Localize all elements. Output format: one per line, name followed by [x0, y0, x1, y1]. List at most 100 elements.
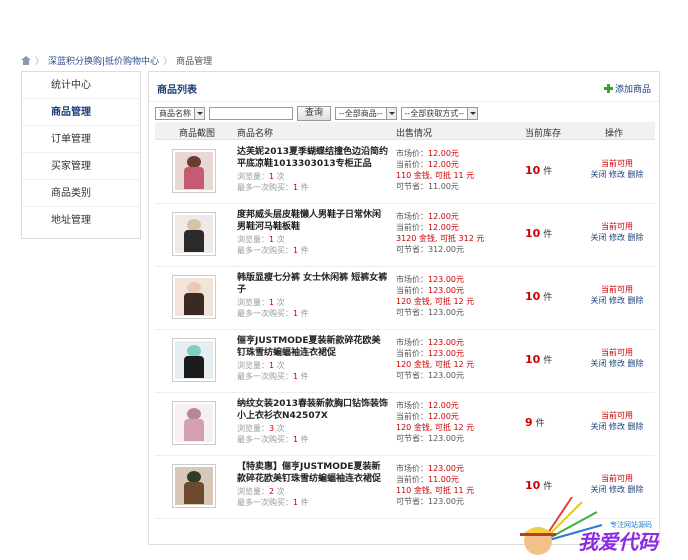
product-thumbnail[interactable]: [172, 401, 216, 445]
query-button[interactable]: 查询: [297, 106, 331, 121]
method-filter-value: --全部获取方式--: [404, 109, 465, 118]
status-badge: 当前可用: [601, 285, 633, 294]
panel-header: 商品列表 添加商品: [149, 72, 659, 102]
watermark-subtext: 专注网站源码: [610, 520, 652, 529]
row-actions: 当前可用 关闭 修改 删除: [587, 410, 647, 432]
goods-filter-value: --全部商品--: [339, 109, 383, 118]
product-views: 浏览量：1 次: [237, 235, 285, 244]
table-row: 俪亨JUSTMODE夏装新款碎花欧美钉珠雪纺蝙蝠袖连衣裙促 浏览量：1 次 最多…: [155, 330, 655, 393]
stock-count: 10 件: [525, 290, 553, 303]
action-links[interactable]: 关闭 修改 删除: [587, 484, 647, 495]
row-actions: 当前可用 关闭 修改 删除: [587, 473, 647, 495]
header-sales: 出售情况: [396, 129, 433, 139]
save-amount: 可节省：123.00元: [396, 371, 464, 380]
search-input[interactable]: [209, 107, 293, 120]
breadcrumb: 〉 深蓝积分换购|抵价购物中心 〉 商品管理: [21, 54, 213, 67]
header-actions: 操作: [605, 129, 624, 139]
market-price: 市场价：123.00元: [396, 275, 464, 284]
current-price: 当前价：123.00元: [396, 286, 464, 295]
table-row: 度邦威头层皮鞋懒人男鞋子日常休闲男鞋河马鞋板鞋 浏览量：1 次 最多一次购买：1…: [155, 204, 655, 267]
sidebar-item-buyers[interactable]: 买家管理: [22, 153, 140, 180]
market-price: 市场价：123.00元: [396, 338, 464, 347]
save-amount: 可节省：123.00元: [396, 497, 464, 506]
home-icon[interactable]: [21, 55, 31, 65]
product-thumbnail[interactable]: [172, 338, 216, 382]
table-header: 商品截图 商品名称 出售情况 当前库存 操作: [155, 122, 655, 140]
current-price: 当前价：123.00元: [396, 349, 464, 358]
sidebar-item-orders[interactable]: 订单管理: [22, 126, 140, 153]
save-amount: 可节省：11.00元: [396, 182, 459, 191]
row-actions: 当前可用 关闭 修改 删除: [587, 221, 647, 243]
method-filter-select[interactable]: --全部获取方式--: [400, 107, 479, 120]
product-name[interactable]: 韩版显瘦七分裤 女士休闲裤 短裤女裤子: [237, 272, 389, 296]
product-max-buy: 最多一次购买：1 件: [237, 498, 309, 507]
market-price: 市场价：12.00元: [396, 149, 459, 158]
save-amount: 可节省：123.00元: [396, 434, 464, 443]
status-badge: 当前可用: [601, 222, 633, 231]
action-links[interactable]: 关闭 修改 删除: [587, 421, 647, 432]
product-max-buy: 最多一次购买：1 件: [237, 183, 309, 192]
product-views: 浏览量：1 次: [237, 298, 285, 307]
product-thumbnail[interactable]: [172, 464, 216, 508]
current-price: 当前价：12.00元: [396, 412, 459, 421]
sidebar: 统计中心 商品管理 订单管理 买家管理 商品类别 地址管理: [21, 71, 141, 239]
action-links[interactable]: 关闭 修改 删除: [587, 169, 647, 180]
product-max-buy: 最多一次购买：1 件: [237, 309, 309, 318]
sidebar-item-addresses[interactable]: 地址管理: [22, 207, 140, 234]
breadcrumb-separator: 〉: [35, 56, 45, 67]
product-name[interactable]: 度邦威头层皮鞋懒人男鞋子日常休闲男鞋河马鞋板鞋: [237, 209, 389, 233]
breadcrumb-current: 商品管理: [176, 56, 213, 67]
plus-icon: [603, 84, 613, 93]
action-links[interactable]: 关闭 修改 删除: [587, 358, 647, 369]
stock-count: 10 件: [525, 479, 553, 492]
deal-info: 120 金钱, 可抵 12 元: [396, 360, 475, 369]
product-thumbnail[interactable]: [172, 275, 216, 319]
filter-bar: 商品名称 查询 --全部商品-- --全部获取方式--: [155, 106, 479, 121]
deal-info: 3120 金钱, 可抵 312 元: [396, 234, 485, 243]
product-max-buy: 最多一次购买：1 件: [237, 246, 309, 255]
goods-panel: 商品列表 添加商品 商品名称 查询 --全部商品-- --全部获取方式-- 商品…: [148, 71, 660, 545]
chevron-down-icon: [385, 108, 396, 119]
action-links[interactable]: 关闭 修改 删除: [587, 295, 647, 306]
price-info: 市场价：123.00元 当前价：123.00元 120 金钱, 可抵 12 元 …: [396, 337, 474, 381]
product-views: 浏览量：2 次: [237, 487, 285, 496]
sidebar-item-stats[interactable]: 统计中心: [22, 72, 140, 99]
product-thumbnail[interactable]: [172, 212, 216, 256]
stock-count: 9 件: [525, 416, 545, 429]
price-info: 市场价：123.00元 当前价：11.00元 110 金钱, 可抵 11 元 可…: [396, 463, 474, 507]
price-info: 市场价：12.00元 当前价：12.00元 120 金钱, 可抵 12 元 可节…: [396, 400, 474, 444]
current-price: 当前价：12.00元: [396, 223, 459, 232]
field-select[interactable]: 商品名称: [155, 107, 205, 120]
market-price: 市场价：12.00元: [396, 401, 459, 410]
table-row: 韩版显瘦七分裤 女士休闲裤 短裤女裤子 浏览量：1 次 最多一次购买：1 件 市…: [155, 267, 655, 330]
deal-info: 120 金钱, 可抵 12 元: [396, 423, 475, 432]
panel-title: 商品列表: [157, 85, 197, 96]
goods-table: 达芙妮2013夏季蝴蝶结撞色边沿简约平底凉鞋1013303013专柜正品 浏览量…: [155, 141, 655, 519]
product-name[interactable]: 俪亨JUSTMODE夏装新款碎花欧美钉珠雪纺蝙蝠袖连衣裙促: [237, 335, 389, 359]
stock-count: 10 件: [525, 353, 553, 366]
action-links[interactable]: 关闭 修改 删除: [587, 232, 647, 243]
deal-info: 110 金钱, 可抵 11 元: [396, 486, 475, 495]
sidebar-item-categories[interactable]: 商品类别: [22, 180, 140, 207]
status-badge: 当前可用: [601, 159, 633, 168]
product-name[interactable]: 纳纹女装2013春装新款胸口钻饰装饰小上衣衫衣N42507X: [237, 398, 389, 422]
goods-filter-select[interactable]: --全部商品--: [335, 107, 397, 120]
save-amount: 可节省：123.00元: [396, 308, 464, 317]
sidebar-item-goods[interactable]: 商品管理: [22, 99, 140, 126]
price-info: 市场价：12.00元 当前价：12.00元 110 金钱, 可抵 11 元 可节…: [396, 148, 474, 192]
price-info: 市场价：123.00元 当前价：123.00元 120 金钱, 可抵 12 元 …: [396, 274, 474, 318]
watermark-logo: 专注网站源码 我爱代码: [520, 497, 660, 555]
stock-count: 10 件: [525, 164, 553, 177]
product-name[interactable]: 【特卖惠】俪亨JUSTMODE夏装新款碎花欧美钉珠雪纺蝙蝠袖连衣裙促: [237, 461, 389, 485]
stock-count: 10 件: [525, 227, 553, 240]
add-goods-button[interactable]: 添加商品: [603, 82, 651, 95]
product-max-buy: 最多一次购买：1 件: [237, 372, 309, 381]
status-badge: 当前可用: [601, 474, 633, 483]
product-views: 浏览量：3 次: [237, 424, 285, 433]
watermark-text: 我爱代码: [578, 530, 660, 554]
breadcrumb-parent-link[interactable]: 深蓝积分换购|抵价购物中心: [48, 54, 159, 67]
product-thumbnail[interactable]: [172, 149, 216, 193]
product-name[interactable]: 达芙妮2013夏季蝴蝶结撞色边沿简约平底凉鞋1013303013专柜正品: [237, 146, 389, 170]
chevron-down-icon: [467, 108, 478, 119]
header-screenshot: 商品截图: [179, 129, 216, 139]
